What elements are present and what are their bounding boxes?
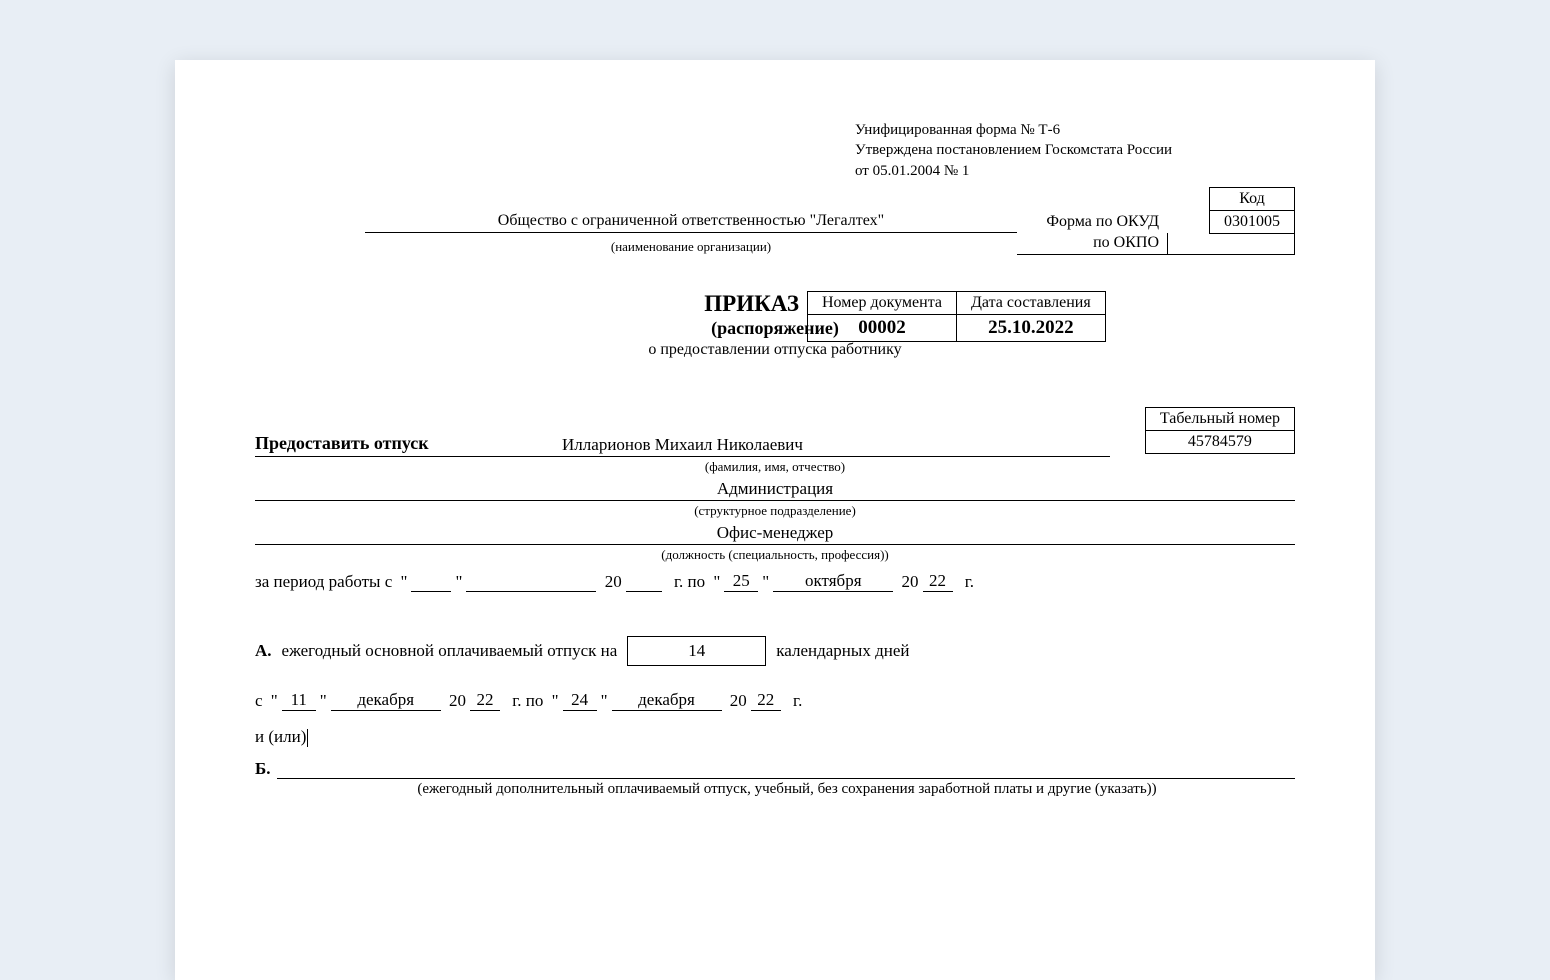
period-to-day: 25 bbox=[724, 571, 758, 592]
period-from-yy bbox=[626, 591, 662, 592]
okud-label: Форма по ОКУД bbox=[1017, 213, 1167, 233]
section-a-label: А. bbox=[255, 641, 272, 661]
form-line-1: Унифицированная форма № Т-6 bbox=[855, 120, 1295, 140]
doc-date-value: 25.10.2022 bbox=[957, 314, 1106, 341]
title-main: ПРИКАЗ bbox=[704, 291, 799, 317]
section-a-days: 14 bbox=[627, 636, 766, 666]
section-b-caption: (ежегодный дополнительный оплачиваемый о… bbox=[255, 781, 1295, 798]
a-to-day: 24 bbox=[563, 690, 597, 711]
grant-label: Предоставить отпуск bbox=[255, 433, 441, 454]
section-a-dates: с " 11 " декабря 20 22 г. по " 24 " дека… bbox=[255, 690, 1295, 711]
code-table: Код 0301005 bbox=[1209, 187, 1295, 234]
section-a-days-unit: календарных дней bbox=[776, 641, 909, 661]
post-caption: (должность (специальность, профессия)) bbox=[255, 547, 1295, 563]
employee-id-table: Табельный номер 45784579 bbox=[1145, 407, 1295, 454]
employee-dept: Администрация bbox=[255, 475, 1295, 501]
period-suffix: г. bbox=[965, 572, 974, 592]
a-suffix: г. bbox=[793, 691, 802, 711]
period-from-day bbox=[411, 591, 451, 592]
document-meta-table: Номер документа Дата составления 00002 2… bbox=[807, 291, 1106, 342]
period-to-month: октября bbox=[773, 571, 893, 592]
a-to-month: декабря bbox=[612, 690, 722, 711]
form-standard-header: Унифицированная форма № Т-6 Утверждена п… bbox=[855, 120, 1295, 181]
doc-date-label: Дата составления bbox=[957, 291, 1106, 314]
a-from-yy: 22 bbox=[470, 690, 500, 711]
title-sub1: (распоряжение) bbox=[255, 318, 1295, 339]
period-prefix: за период работы с bbox=[255, 572, 392, 592]
okud-value: 0301005 bbox=[1210, 210, 1295, 233]
okpo-label: по ОКПО bbox=[1017, 234, 1167, 255]
section-a-text: ежегодный основной оплачиваемый отпуск н… bbox=[282, 641, 618, 661]
section-b-row: Б. bbox=[255, 759, 1295, 779]
period-to-yy: 22 bbox=[923, 571, 953, 592]
and-or: и (или) bbox=[255, 727, 1295, 747]
section-b-label: Б. bbox=[255, 759, 271, 779]
a-from-day: 11 bbox=[282, 690, 316, 711]
employee-post: Офис-менеджер bbox=[255, 519, 1295, 545]
dept-caption: (структурное подразделение) bbox=[255, 503, 1295, 519]
form-line-2: Утверждена постановлением Госкомстата Ро… bbox=[855, 140, 1295, 160]
organization-caption: (наименование организации) bbox=[365, 239, 1017, 255]
period-from-month bbox=[466, 591, 596, 592]
okpo-value bbox=[1167, 233, 1295, 255]
employee-id-label: Табельный номер bbox=[1145, 407, 1294, 430]
employee-id-value: 45784579 bbox=[1145, 430, 1294, 453]
period-mid: г. по bbox=[674, 572, 705, 592]
organization-name: Общество с ограниченной ответственностью… bbox=[365, 212, 1017, 233]
text-cursor-icon bbox=[307, 729, 308, 747]
work-period-row: за период работы с " " 20 г. по " 25 " о… bbox=[255, 571, 1295, 592]
title-sub2: о предоставлении отпуска работнику bbox=[255, 341, 1295, 359]
doc-number-label: Номер документа bbox=[807, 291, 956, 314]
a-from-month: декабря bbox=[331, 690, 441, 711]
form-line-3: от 05.01.2004 № 1 bbox=[855, 161, 1295, 181]
section-b-underline bbox=[277, 759, 1296, 779]
a-from-prefix: с bbox=[255, 691, 263, 711]
document-page: Унифицированная форма № Т-6 Утверждена п… bbox=[175, 60, 1375, 980]
a-to-yy: 22 bbox=[751, 690, 781, 711]
a-mid: г. по bbox=[512, 691, 543, 711]
section-a-row: А. ежегодный основной оплачиваемый отпус… bbox=[255, 636, 1295, 666]
fio-caption: (фамилия, имя, отчество) bbox=[255, 459, 1295, 475]
code-header: Код bbox=[1210, 187, 1295, 210]
